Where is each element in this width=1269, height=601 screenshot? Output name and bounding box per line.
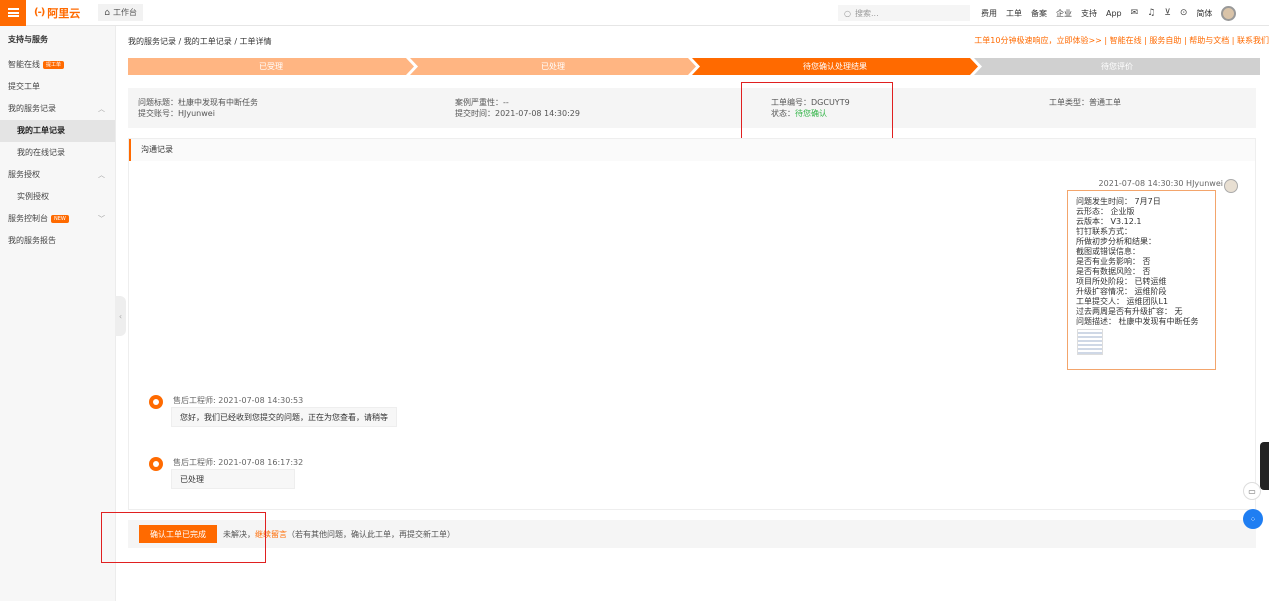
nav-billing[interactable]: 费用 — [981, 8, 997, 19]
nav-enterprise[interactable]: 企业 — [1056, 8, 1072, 19]
nav-app[interactable]: App — [1106, 9, 1122, 18]
user-message: 问题发生时间： 7月7日 云形态： 企业版 云版本： V3.12.1 钉钉联系方… — [1067, 190, 1216, 370]
ticket-type: 普通工单 — [1089, 98, 1121, 107]
chat-icon[interactable]: ▭ — [1243, 482, 1261, 500]
engineer-avatar-icon — [149, 395, 163, 409]
sidebar-title: 支持与服务 — [8, 35, 48, 44]
menu-icon[interactable] — [0, 0, 26, 26]
sidebar-item-instance-auth[interactable]: 实例授权 — [0, 186, 115, 208]
engineer-avatar-icon — [149, 457, 163, 471]
sidebar-item-service-report[interactable]: 我的服务报告 — [0, 230, 115, 252]
search-icon: ○ — [844, 8, 851, 18]
mail-icon[interactable]: ✉ — [1131, 8, 1139, 18]
user-message-meta: 2021-07-08 14:30:30 HJyunwei — [1098, 179, 1223, 188]
nav-filing[interactable]: 备案 — [1031, 8, 1047, 19]
sidebar: 支持与服务 智能在线 提工单 提交工单 我的服务记录 ︿ 我的工单记录 我的在线记录… — [0, 26, 116, 601]
ticket-account: HJyunwei — [178, 109, 215, 118]
new-badge: NEW — [51, 214, 69, 223]
aliyun-logo[interactable]: (-) 阿里云 — [34, 5, 80, 21]
sidebar-collapse-handle[interactable]: ‹ — [115, 296, 126, 336]
workbench-button[interactable]: ⌂ 工作台 — [98, 4, 144, 21]
ticket-info: 问题标题：杜康中发现有中断任务 提交账号：HJyunwei 案例严重性：-- 提… — [128, 88, 1256, 128]
sidebar-item-service-records[interactable]: 我的服务记录 ︿ — [0, 98, 115, 120]
chevron-down-icon: ﹀ — [98, 215, 105, 223]
step-confirm: 待您确认处理结果 — [692, 58, 978, 75]
communication-panel: 沟通记录 2021-07-08 14:30:30 HJyunwei 问题发生时间… — [128, 138, 1256, 510]
step-processed: 已处理 — [410, 58, 696, 75]
help-icon[interactable]: ⊙ — [1180, 8, 1188, 18]
sidebar-item-smart-online[interactable]: 智能在线 提工单 — [0, 54, 115, 76]
breadcrumb[interactable]: 我的服务记录 / 我的工单记录 / 工单详情 — [128, 36, 272, 47]
sidebar-item-service-console[interactable]: 服务控制台 NEW ﹀ — [0, 208, 115, 230]
search-input[interactable]: ○ 搜索... — [838, 5, 970, 21]
highlight-box — [101, 512, 266, 563]
user-message-avatar — [1224, 179, 1238, 193]
sidebar-item-online-records[interactable]: 我的在线记录 — [0, 142, 115, 164]
user-avatar[interactable] — [1221, 5, 1237, 21]
progress-steps: 已受理 已处理 待您确认处理结果 待您评价 — [128, 58, 1260, 75]
sidebar-item-submit-ticket[interactable]: 提交工单 — [0, 76, 115, 98]
cart-icon[interactable]: ⊻ — [1164, 8, 1171, 18]
engineer-reply-text: 您好，我们已经收到您提交的问题，正在为您查看，请稍等 — [171, 407, 397, 427]
screenshot-thumbnail[interactable] — [1077, 329, 1103, 355]
language-switch[interactable]: 简体 — [1196, 8, 1212, 19]
ticket-badge: 提工单 — [43, 60, 65, 69]
chevron-left-icon: ‹ — [118, 311, 123, 321]
chevron-up-icon: ︿ — [98, 171, 105, 179]
sidebar-item-service-auth[interactable]: 服务授权 ︿ — [0, 164, 115, 186]
top-bar: (-) 阿里云 ⌂ 工作台 ○ 搜索... 费用 工单 备案 企业 支持 App… — [0, 0, 1269, 26]
nav-tickets[interactable]: 工单 — [1006, 8, 1022, 19]
ticket-severity: -- — [503, 98, 509, 107]
highlight-box — [741, 82, 893, 144]
engineer-reply-text: 已处理 — [171, 469, 295, 489]
bell-icon[interactable]: ♫ — [1147, 8, 1155, 18]
quick-links[interactable]: 工单10分钟极速响应，立即体验>> | 智能在线 | 服务自助 | 帮助与文档 … — [974, 35, 1269, 46]
nav-support[interactable]: 支持 — [1081, 8, 1097, 19]
ticket-time: 2021-07-08 14:30:29 — [495, 109, 580, 118]
top-nav: 费用 工单 备案 企业 支持 App ✉ ♫ ⊻ ⊙ 简体 — [981, 0, 1237, 26]
side-toolbar-handle[interactable] — [1260, 442, 1269, 490]
ticket-title: 杜康中发现有中断任务 — [178, 98, 258, 107]
apps-icon[interactable]: ⁘ — [1243, 509, 1263, 529]
main-content: 我的服务记录 / 我的工单记录 / 工单详情 工单10分钟极速响应，立即体验>>… — [101, 26, 1269, 601]
step-evaluate: 待您评价 — [974, 58, 1260, 75]
sidebar-item-ticket-records[interactable]: 我的工单记录 — [0, 120, 115, 142]
step-accepted: 已受理 — [128, 58, 414, 75]
communication-header: 沟通记录 — [129, 139, 1255, 161]
home-icon: ⌂ — [104, 7, 111, 18]
chevron-up-icon: ︿ — [98, 105, 105, 113]
action-bar: 确认工单已完成 未解决，继续留言（若有其他问题，确认此工单，再提交新工单） — [128, 520, 1256, 548]
